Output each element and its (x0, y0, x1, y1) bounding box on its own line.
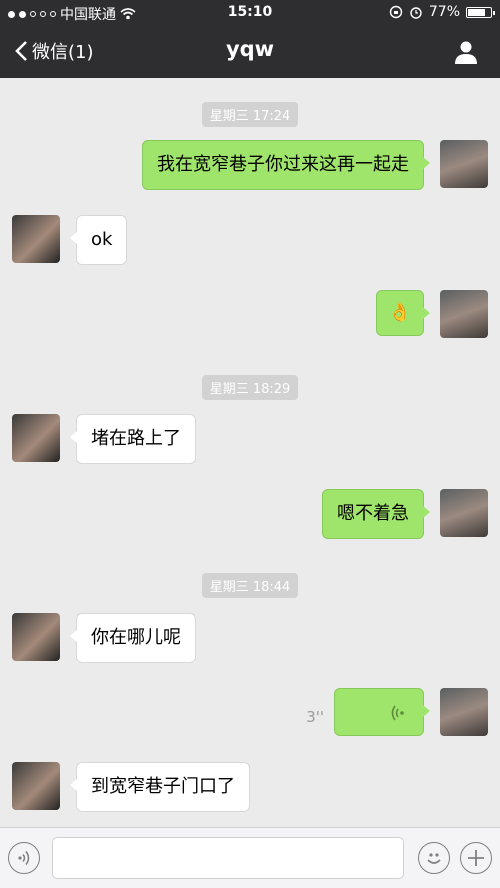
smiley-icon (427, 853, 441, 864)
battery-icon (466, 6, 495, 18)
contact-avatar[interactable] (12, 414, 60, 462)
voice-duration: 3'' (306, 708, 324, 726)
my-avatar[interactable] (440, 290, 488, 338)
message-bubble-outgoing[interactable]: 👌 (375, 290, 431, 336)
message-bubble-incoming[interactable]: 你在哪儿呢 (70, 613, 196, 663)
battery-percent: 77% (428, 4, 460, 20)
timestamp: 星期三 17:24 (0, 102, 500, 127)
message-bubble-incoming[interactable]: 到宽窄巷子门口了 (70, 762, 250, 812)
more-button[interactable] (460, 842, 492, 874)
message-input[interactable] (52, 837, 404, 879)
chat-title: yqw (225, 37, 275, 61)
chat-area[interactable]: 星期三 17:24 我在宽窄巷子你过来这再一起走 ok 👌 星期三 18:29 … (0, 78, 500, 827)
alarm-icon (410, 7, 422, 19)
my-avatar[interactable] (440, 489, 488, 537)
input-bar (0, 827, 500, 888)
contact-avatar[interactable] (12, 215, 60, 263)
message-bubble-incoming[interactable]: 堵在路上了 (70, 414, 196, 464)
person-icon[interactable] (454, 40, 478, 64)
timestamp: 星期三 18:44 (0, 573, 500, 598)
voice-input-button[interactable] (8, 842, 40, 874)
message-bubble-incoming[interactable]: ok (69, 215, 128, 265)
status-right: 77% (389, 4, 495, 20)
battery-fill (468, 8, 485, 16)
my-avatar[interactable] (440, 140, 488, 188)
rotation-lock-icon (389, 5, 403, 19)
ok-hand-emoji-icon: 👌 (388, 302, 411, 323)
message-bubble-outgoing[interactable]: 我在宽窄巷子你过来这再一起走 (142, 140, 430, 190)
nav-bar: 微信(1) yqw (0, 26, 500, 78)
voice-icon (18, 851, 30, 865)
contact-avatar[interactable] (12, 762, 60, 810)
status-bar: 中国联通 15:10 77% (0, 0, 500, 26)
voice-wave-icon (391, 705, 404, 721)
timestamp: 星期三 18:29 (0, 375, 500, 400)
contact-avatar[interactable] (12, 613, 60, 661)
message-bubble-outgoing[interactable]: 嗯不着急 (322, 489, 430, 539)
plus-icon (468, 850, 484, 866)
my-avatar[interactable] (440, 688, 488, 736)
emoji-button[interactable] (418, 842, 450, 874)
voice-message-bubble[interactable] (334, 688, 430, 736)
